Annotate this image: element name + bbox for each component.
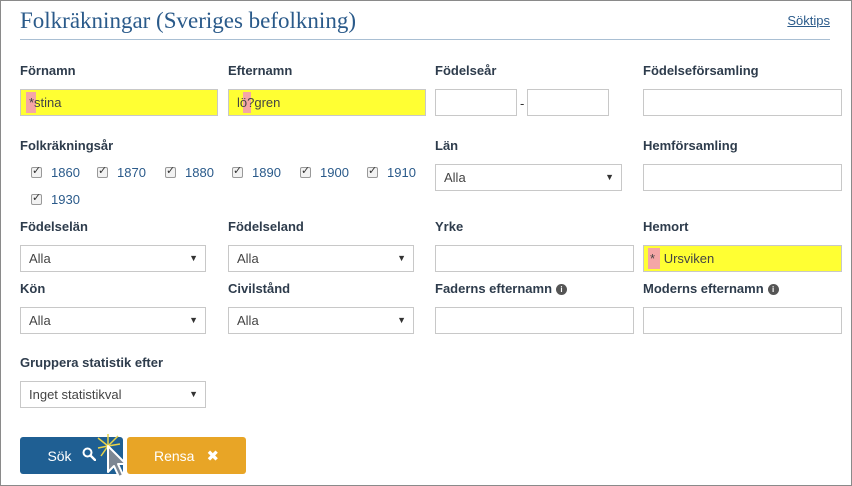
hemforsamling-label: Hemförsamling — [643, 138, 738, 153]
fodelseforsamling-label: Födelseförsamling — [643, 63, 759, 78]
year-checkbox-1870[interactable]: 1870 — [97, 164, 146, 180]
civilstand-value: Alla — [237, 313, 259, 328]
lan-select[interactable]: Alla ▼ — [435, 164, 622, 191]
year-checkbox-1860[interactable]: 1860 — [31, 164, 80, 180]
hemort-label: Hemort — [643, 219, 689, 234]
faderns-efternamn-input[interactable] — [435, 307, 634, 334]
checkbox-checked[interactable] — [97, 164, 108, 178]
efternamn-value: lö?gren — [237, 95, 281, 110]
search-tips-link[interactable]: Söktips — [787, 13, 830, 28]
rensa-button[interactable]: Rensa ✖ — [127, 437, 246, 474]
rensa-button-label: Rensa — [153, 447, 195, 464]
lan-label: Län — [435, 138, 459, 153]
checkbox-checked[interactable] — [367, 164, 378, 178]
fodelsear-from-input[interactable] — [435, 89, 517, 116]
year-checkbox-1910[interactable]: 1910 — [367, 164, 416, 180]
gruppera-select[interactable]: Inget statistikval ▼ — [20, 381, 206, 408]
chevron-down-icon: ▼ — [397, 315, 406, 325]
fodelselan-label: Födelselän — [20, 219, 88, 234]
chevron-down-icon: ▼ — [189, 253, 198, 263]
page-title: Folkräkningar (Sveriges befolkning) — [20, 8, 356, 33]
info-icon[interactable]: i — [556, 284, 568, 296]
info-icon[interactable]: i — [767, 284, 779, 296]
yrke-input[interactable] — [435, 245, 634, 272]
checkbox-checked[interactable] — [31, 164, 42, 178]
kon-value: Alla — [29, 313, 51, 328]
faderns-efternamn-label: Faderns efternamn i — [435, 281, 568, 296]
gruppera-value: Inget statistikval — [29, 387, 122, 402]
gruppera-label: Gruppera statistik efter — [20, 355, 164, 370]
fodelseland-value: Alla — [237, 251, 259, 266]
fodelsear-label: Födelseår — [435, 63, 497, 78]
lan-value: Alla — [444, 170, 466, 185]
hemort-input[interactable]: * Ursviken — [643, 245, 842, 272]
efternamn-input[interactable]: lö?gren — [228, 89, 426, 116]
moderns-efternamn-label: Moderns efternamn i — [643, 281, 779, 296]
checkbox-checked[interactable] — [232, 164, 243, 178]
yrke-label: Yrke — [435, 219, 464, 234]
year-checkbox-1900[interactable]: 1900 — [300, 164, 349, 180]
hemort-value: Ursviken — [663, 251, 715, 266]
chevron-down-icon: ▼ — [397, 253, 406, 263]
moderns-efternamn-input[interactable] — [643, 307, 842, 334]
year-checkbox-1890[interactable]: 1890 — [232, 164, 281, 180]
fodelsear-to-input[interactable] — [527, 89, 609, 116]
hemforsamling-input[interactable] — [643, 164, 842, 191]
kon-select[interactable]: Alla ▼ — [20, 307, 206, 334]
civilstand-select[interactable]: Alla ▼ — [228, 307, 414, 334]
checkbox-checked[interactable] — [165, 164, 176, 178]
sok-button-label: Sök — [47, 447, 72, 464]
mouse-pointer-icon — [97, 434, 127, 478]
chevron-down-icon: ▼ — [189, 389, 198, 399]
checkbox-checked[interactable] — [300, 164, 311, 178]
folkrakningsar-label: Folkräkningsår — [20, 138, 114, 153]
fodelseforsamling-input[interactable] — [643, 89, 842, 116]
year-checkbox-1930[interactable]: 1930 — [31, 191, 80, 207]
search-icon — [82, 447, 96, 464]
efternamn-label: Efternamn — [228, 63, 293, 78]
title-divider — [20, 39, 830, 40]
fodelselan-select[interactable]: Alla ▼ — [20, 245, 206, 272]
year-range-dash: - — [520, 96, 525, 111]
fodelselan-value: Alla — [29, 251, 51, 266]
hemort-star: * — [650, 251, 656, 266]
fodelseland-label: Födelseland — [228, 219, 304, 234]
kon-label: Kön — [20, 281, 46, 296]
checkbox-checked[interactable] — [31, 191, 42, 205]
year-checkbox-1880[interactable]: 1880 — [165, 164, 214, 180]
chevron-down-icon: ▼ — [605, 172, 614, 182]
fodelseland-select[interactable]: Alla ▼ — [228, 245, 414, 272]
civilstand-label: Civilstånd — [228, 281, 291, 296]
fornamn-label: Förnamn — [20, 63, 76, 78]
fornamn-input[interactable]: *stina — [20, 89, 218, 116]
chevron-down-icon: ▼ — [189, 315, 198, 325]
fornamn-value: *stina — [29, 95, 62, 110]
close-icon: ✖ — [206, 447, 220, 465]
